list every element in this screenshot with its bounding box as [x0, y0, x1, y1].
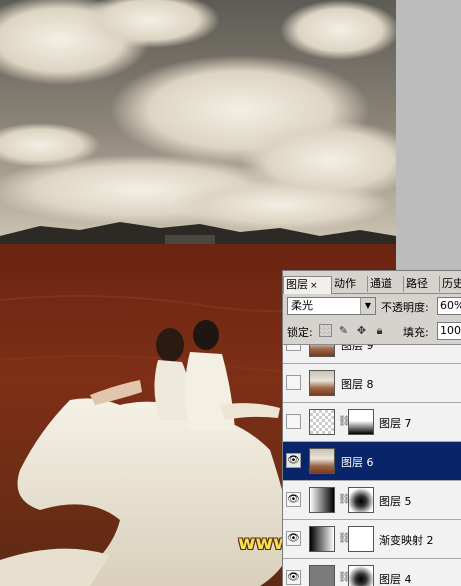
blend-mode-select[interactable]: 柔光 ▼: [287, 297, 376, 315]
opacity-label: 不透明度:: [381, 301, 429, 314]
layer-name: 图层 8: [341, 378, 374, 391]
tab-channels[interactable]: 通道: [368, 276, 404, 292]
chevron-down-icon[interactable]: ▼: [360, 298, 375, 314]
lock-transparent-icon[interactable]: [319, 324, 332, 337]
blend-row: 柔光 ▼ 不透明度: 60%: [287, 297, 461, 317]
fill-input[interactable]: 100%: [437, 322, 461, 340]
tab-paths[interactable]: 路径: [404, 276, 440, 292]
layer-row-7[interactable]: ⛓ 图层 7: [283, 403, 461, 442]
visibility-toggle[interactable]: [286, 375, 301, 390]
layer-name: 图层 6: [341, 456, 374, 469]
tab-layers[interactable]: 图层 ×: [283, 276, 332, 294]
adjustment-thumbnail: [309, 526, 335, 552]
layer-name: 图层 9: [341, 344, 374, 352]
layer-thumbnail: [309, 448, 335, 474]
close-icon[interactable]: ×: [310, 281, 318, 291]
layer-thumbnail: [309, 487, 335, 513]
blend-mode-value: 柔光: [291, 299, 313, 312]
layer-name: 图层 5: [379, 495, 412, 508]
layer-thumbnail: [309, 565, 335, 586]
layer-row-gradient-map-2[interactable]: 👁︎ ⛓ 渐变映射 2: [283, 520, 461, 559]
tab-paths-label: 路径: [406, 277, 428, 290]
panel-tabs: 图层× 动作 通道 路径 历史: [283, 276, 461, 294]
visibility-toggle[interactable]: [286, 414, 301, 429]
lock-move-icon[interactable]: ✥: [355, 324, 368, 337]
eye-icon[interactable]: 👁︎: [286, 531, 301, 546]
layer-thumbnail: [309, 409, 335, 435]
tab-actions[interactable]: 动作: [332, 276, 368, 292]
layer-row-5[interactable]: 👁︎ ⛓ 图层 5: [283, 481, 461, 520]
lock-row: 锁定: ✎ ✥ 🔒︎ 填充: 100%: [287, 322, 461, 342]
eye-icon[interactable]: 👁︎: [286, 492, 301, 507]
layer-row-9[interactable]: 图层 9: [283, 344, 461, 364]
lock-all-icon[interactable]: 🔒︎: [373, 324, 386, 337]
eye-icon[interactable]: 👁︎: [286, 570, 301, 585]
visibility-toggle[interactable]: [286, 345, 301, 351]
layer-row-6[interactable]: 👁︎ 图层 6: [283, 442, 461, 481]
layer-row-8[interactable]: 图层 8: [283, 364, 461, 403]
layer-mask-thumbnail[interactable]: [348, 487, 374, 513]
lock-label: 锁定:: [287, 326, 313, 339]
tab-history[interactable]: 历史: [440, 276, 461, 292]
layer-name: 图层 4: [379, 573, 412, 586]
fill-label: 填充:: [403, 326, 429, 339]
layer-thumbnail: [309, 370, 335, 396]
tab-actions-label: 动作: [334, 277, 356, 290]
layers-panel: 图层× 动作 通道 路径 历史 柔光 ▼ 不透明度: 60% 锁定: ✎ ✥ 🔒…: [282, 270, 461, 586]
workspace-background: [396, 0, 461, 270]
opacity-input[interactable]: 60%: [437, 297, 461, 315]
layers-list: 图层 9 图层 8 ⛓ 图层 7 👁︎ 图层 6 👁︎ ⛓ 图层 5 👁︎ ⛓ …: [283, 344, 461, 586]
tab-channels-label: 通道: [370, 277, 392, 290]
layer-name: 图层 7: [379, 417, 412, 430]
layer-row-4[interactable]: 👁︎ ⛓ 图层 4: [283, 559, 461, 586]
tab-history-label: 历史: [442, 277, 461, 290]
layer-mask-thumbnail[interactable]: [348, 409, 374, 435]
lock-brush-icon[interactable]: ✎: [337, 324, 350, 337]
layer-name: 渐变映射 2: [379, 534, 434, 547]
layer-mask-thumbnail[interactable]: [348, 526, 374, 552]
layer-thumbnail: [309, 345, 335, 357]
tab-layers-label: 图层: [286, 278, 308, 291]
layer-mask-thumbnail[interactable]: [348, 565, 374, 586]
eye-icon[interactable]: 👁︎: [286, 453, 301, 468]
